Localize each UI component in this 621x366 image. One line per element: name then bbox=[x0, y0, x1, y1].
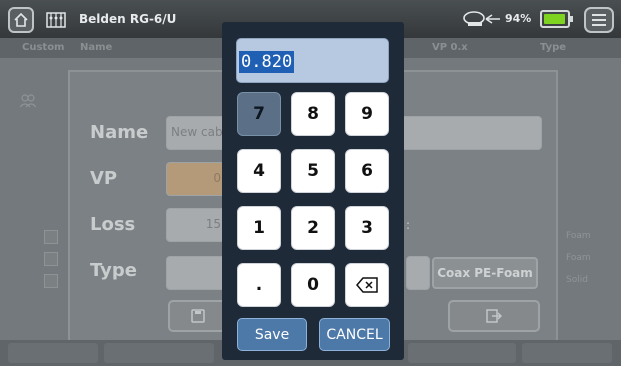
keypad-display[interactable]: 0.820 bbox=[236, 38, 389, 83]
table-row-type: Foam bbox=[566, 253, 591, 263]
menu-button[interactable] bbox=[584, 7, 614, 33]
keypad-value: 0.820 bbox=[239, 51, 295, 73]
cable-title: Belden RG-6/U bbox=[79, 12, 177, 26]
key-9[interactable]: 9 bbox=[345, 92, 389, 136]
column-type: Type bbox=[540, 42, 567, 53]
key-7[interactable]: 7 bbox=[237, 92, 281, 136]
type-field-right[interactable] bbox=[406, 256, 430, 290]
key-8[interactable]: 8 bbox=[291, 92, 335, 136]
edit-icon[interactable] bbox=[44, 230, 58, 244]
name-label: Name bbox=[90, 122, 149, 143]
numeric-keypad: 0.820 7 8 9 4 5 6 1 2 3 . 0 Save CANCEL bbox=[222, 22, 404, 360]
key-5[interactable]: 5 bbox=[291, 149, 335, 193]
copy-icon[interactable] bbox=[44, 274, 58, 288]
bottom-tab[interactable] bbox=[8, 343, 98, 363]
battery-percent: 94% bbox=[505, 12, 532, 25]
table-row-type: Foam bbox=[566, 231, 591, 241]
table-row-type: Solid bbox=[566, 275, 588, 285]
key-3[interactable]: 3 bbox=[345, 206, 389, 250]
backspace-icon bbox=[356, 277, 378, 293]
save-dialog-button[interactable] bbox=[168, 300, 228, 332]
key-1[interactable]: 1 bbox=[237, 206, 281, 250]
column-name: Name bbox=[80, 42, 113, 53]
bottom-tab[interactable] bbox=[104, 343, 214, 363]
hamburger-menu-icon bbox=[592, 14, 606, 16]
device-button[interactable] bbox=[44, 7, 68, 33]
type-field[interactable] bbox=[166, 256, 226, 290]
device-icon bbox=[46, 12, 66, 28]
keypad-cancel-button[interactable]: CANCEL bbox=[319, 318, 390, 351]
key-4[interactable]: 4 bbox=[237, 149, 281, 193]
type-option-button[interactable]: Coax PE-Foam bbox=[432, 257, 538, 289]
column-vp: VP 0.x bbox=[432, 42, 468, 53]
exit-dialog-button[interactable] bbox=[448, 300, 540, 332]
battery-fill bbox=[544, 14, 565, 24]
loss-label: Loss bbox=[90, 214, 136, 235]
people-icon bbox=[20, 94, 36, 108]
keypad-save-button[interactable]: Save bbox=[237, 318, 307, 351]
edit-icon[interactable] bbox=[44, 252, 58, 266]
bottom-tab[interactable] bbox=[522, 343, 612, 363]
backspace-button[interactable] bbox=[345, 263, 389, 307]
bottom-tab[interactable] bbox=[408, 343, 516, 363]
loss-field[interactable]: 15 bbox=[166, 208, 226, 242]
battery-icon bbox=[540, 10, 573, 28]
key-2[interactable]: 2 bbox=[291, 206, 335, 250]
key-0[interactable]: 0 bbox=[291, 263, 335, 307]
type-label: Type bbox=[90, 260, 137, 281]
vp-label: VP bbox=[90, 168, 118, 189]
probe-icon bbox=[463, 11, 500, 26]
loss-unit: : bbox=[406, 218, 411, 232]
exit-icon bbox=[486, 309, 502, 323]
home-icon bbox=[14, 12, 28, 27]
home-button[interactable] bbox=[8, 7, 34, 33]
column-custom: Custom bbox=[22, 42, 65, 53]
key-decimal[interactable]: . bbox=[237, 263, 281, 307]
vp-field[interactable]: 0 bbox=[166, 162, 226, 196]
key-6[interactable]: 6 bbox=[345, 149, 389, 193]
save-icon bbox=[191, 309, 205, 323]
